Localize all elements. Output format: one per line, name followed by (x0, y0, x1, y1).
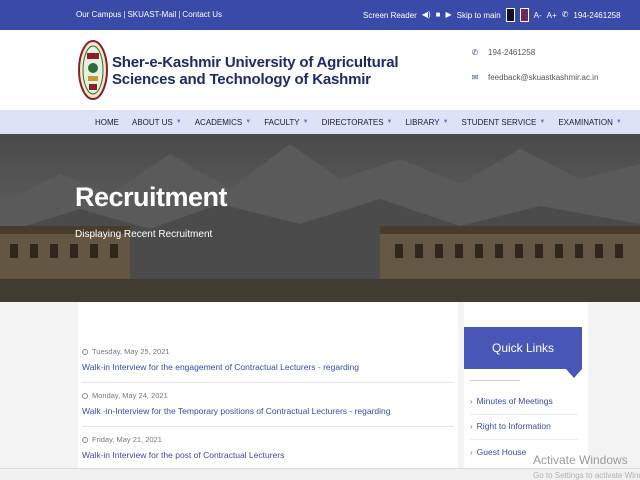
university-name-line1: Sher-e-Kashmir University of Agricultura… (112, 54, 399, 71)
chevron-down-icon: ▼ (386, 119, 393, 125)
skuast-mail-link[interactable]: SKUAST-Mail (127, 10, 176, 19)
font-increase-button[interactable]: A+ (547, 11, 557, 20)
quick-link-label: Minutes of Meetings (476, 396, 553, 406)
divider (470, 414, 578, 415)
play-icon[interactable]: ▶ (445, 10, 451, 20)
activation-watermark-title: Activate Windows (533, 453, 628, 467)
nav-label: ABOUT US (132, 117, 173, 127)
chevron-right-icon: › (470, 396, 473, 406)
header-phone-row: ✆ 194-2461258 (470, 48, 598, 57)
nav-label: DIRECTORATES (321, 117, 384, 127)
site-header: Sher-e-Kashmir University of Agricultura… (0, 30, 640, 110)
heading-pointer (566, 369, 582, 378)
contact-us-link[interactable]: Contact Us (182, 10, 222, 19)
nav-item-library[interactable]: LIBRARY ▼ (405, 118, 448, 127)
divider (470, 380, 520, 381)
banner-background-image (0, 134, 640, 302)
header-email[interactable]: feedback@skuastkashmir.ac.in (488, 73, 598, 82)
separator: | (178, 10, 181, 19)
phone-icon: ✆ (471, 48, 479, 57)
page-banner: Recruitment Displaying Recent Recruitmen… (0, 134, 640, 302)
email-icon: ✉ (471, 73, 479, 82)
nav-label: EXAMINATION (558, 117, 613, 127)
item-date: Monday, May 24, 2021 (92, 391, 168, 400)
screen-reader-link[interactable]: Screen Reader (363, 11, 417, 20)
color-theme-toggle[interactable] (519, 8, 529, 22)
page-subtitle: Displaying Recent Recruitment (75, 229, 213, 240)
university-name-line2: Sciences and Technology of Kashmir (112, 71, 371, 88)
item-date: Friday, May 21, 2021 (92, 435, 162, 444)
quick-link-label: Guest House (476, 447, 527, 457)
recruitment-list: Tuesday, May 25, 2021 Walk-in Interview … (78, 302, 458, 480)
quick-link-minutes[interactable]: › Minutes of Meetings (470, 396, 553, 406)
chevron-down-icon: ▼ (442, 119, 449, 125)
university-name[interactable]: Sher-e-Kashmir University of Agricultura… (112, 54, 399, 88)
nav-item-about-us[interactable]: ABOUT US ▼ (132, 118, 182, 127)
header-contact: ✆ 194-2461258 ✉ feedback@skuastkashmir.a… (470, 48, 599, 98)
chevron-down-icon: ▼ (245, 119, 252, 125)
chevron-down-icon: ▼ (539, 119, 546, 125)
nav-item-examination[interactable]: EXAMINATION ▼ (558, 118, 621, 127)
main-navigation: HOME ABOUT US ▼ ACADEMICS ▼ FACULTY ▼ DIREC… (0, 110, 640, 134)
nav-item-faculty[interactable]: FACULTY ▼ (264, 118, 308, 127)
chevron-right-icon: › (470, 421, 473, 431)
clock-icon (82, 436, 88, 443)
volume-icon[interactable]: ◀) (422, 10, 431, 20)
accessibility-tools: Screen Reader ◀) ■ ▶ Skip to main A- A+ … (363, 8, 621, 22)
separator: | (123, 10, 126, 19)
nav-label: STUDENT SERVICE (461, 117, 537, 127)
top-utility-bar: Our Campus | SKUAST-Mail | Contact Us Sc… (0, 0, 640, 30)
nav-item-directorates[interactable]: DIRECTORATES ▼ (322, 118, 393, 127)
clock-icon (82, 392, 88, 399)
recruitment-link[interactable]: Walk -in-Interview for the Temporary pos… (82, 406, 454, 416)
chevron-down-icon: ▼ (615, 119, 622, 125)
nav-label: ACADEMICS (194, 117, 243, 127)
list-item: Friday, May 21, 2021 Walk-in Interview f… (82, 435, 454, 460)
recruitment-link[interactable]: Walk-in Interview for the post of Contra… (82, 450, 454, 460)
nav-label: FACULTY (264, 117, 300, 127)
nav-item-academics[interactable]: ACADEMICS ▼ (195, 118, 252, 127)
item-date-row: Friday, May 21, 2021 (82, 435, 454, 444)
nav-label: HOME (95, 117, 119, 127)
divider (470, 439, 578, 440)
nav-item-student-service[interactable]: STUDENT SERVICE ▼ (462, 118, 546, 127)
page-title: Recruitment (75, 182, 228, 212)
clock-icon (82, 348, 88, 355)
quick-link-guest-house[interactable]: › Guest House (470, 447, 526, 457)
item-date: Tuesday, May 25, 2021 (92, 347, 170, 356)
list-item: Monday, May 24, 2021 Walk -in-Interview … (82, 391, 454, 416)
stop-icon[interactable]: ■ (436, 10, 441, 20)
our-campus-link[interactable]: Our Campus (76, 10, 121, 19)
header-email-row: ✉ feedback@skuastkashmir.ac.in (470, 73, 599, 82)
phone-icon: ✆ (561, 10, 569, 19)
nav-item-home[interactable]: HOME (95, 118, 119, 127)
item-date-row: Tuesday, May 25, 2021 (82, 347, 454, 356)
recruitment-link[interactable]: Walk-in Interview for the engagement of … (82, 362, 454, 372)
divider (82, 382, 454, 383)
chevron-down-icon: ▼ (175, 119, 182, 125)
divider (82, 426, 454, 427)
quick-link-rti[interactable]: › Right to Information (470, 421, 551, 431)
topbar-phone: 194-2461258 (573, 10, 621, 20)
font-decrease-button[interactable]: A- (534, 11, 542, 20)
item-date-row: Monday, May 24, 2021 (82, 391, 454, 400)
university-logo[interactable] (78, 39, 108, 101)
chevron-right-icon: › (470, 447, 473, 457)
chevron-down-icon: ▼ (302, 119, 309, 125)
list-item: Tuesday, May 25, 2021 Walk-in Interview … (82, 347, 454, 372)
top-links: Our Campus | SKUAST-Mail | Contact Us (76, 10, 222, 19)
header-phone: 194-2461258 (488, 48, 536, 57)
skip-to-main-link[interactable]: Skip to main (457, 11, 501, 20)
dark-theme-toggle[interactable] (505, 8, 515, 22)
quick-link-label: Right to Information (476, 421, 551, 431)
quick-links-heading: Quick Links (464, 327, 582, 369)
nav-label: LIBRARY (405, 117, 440, 127)
activation-watermark-subtitle: Go to Settings to activate Windows. (533, 471, 640, 480)
